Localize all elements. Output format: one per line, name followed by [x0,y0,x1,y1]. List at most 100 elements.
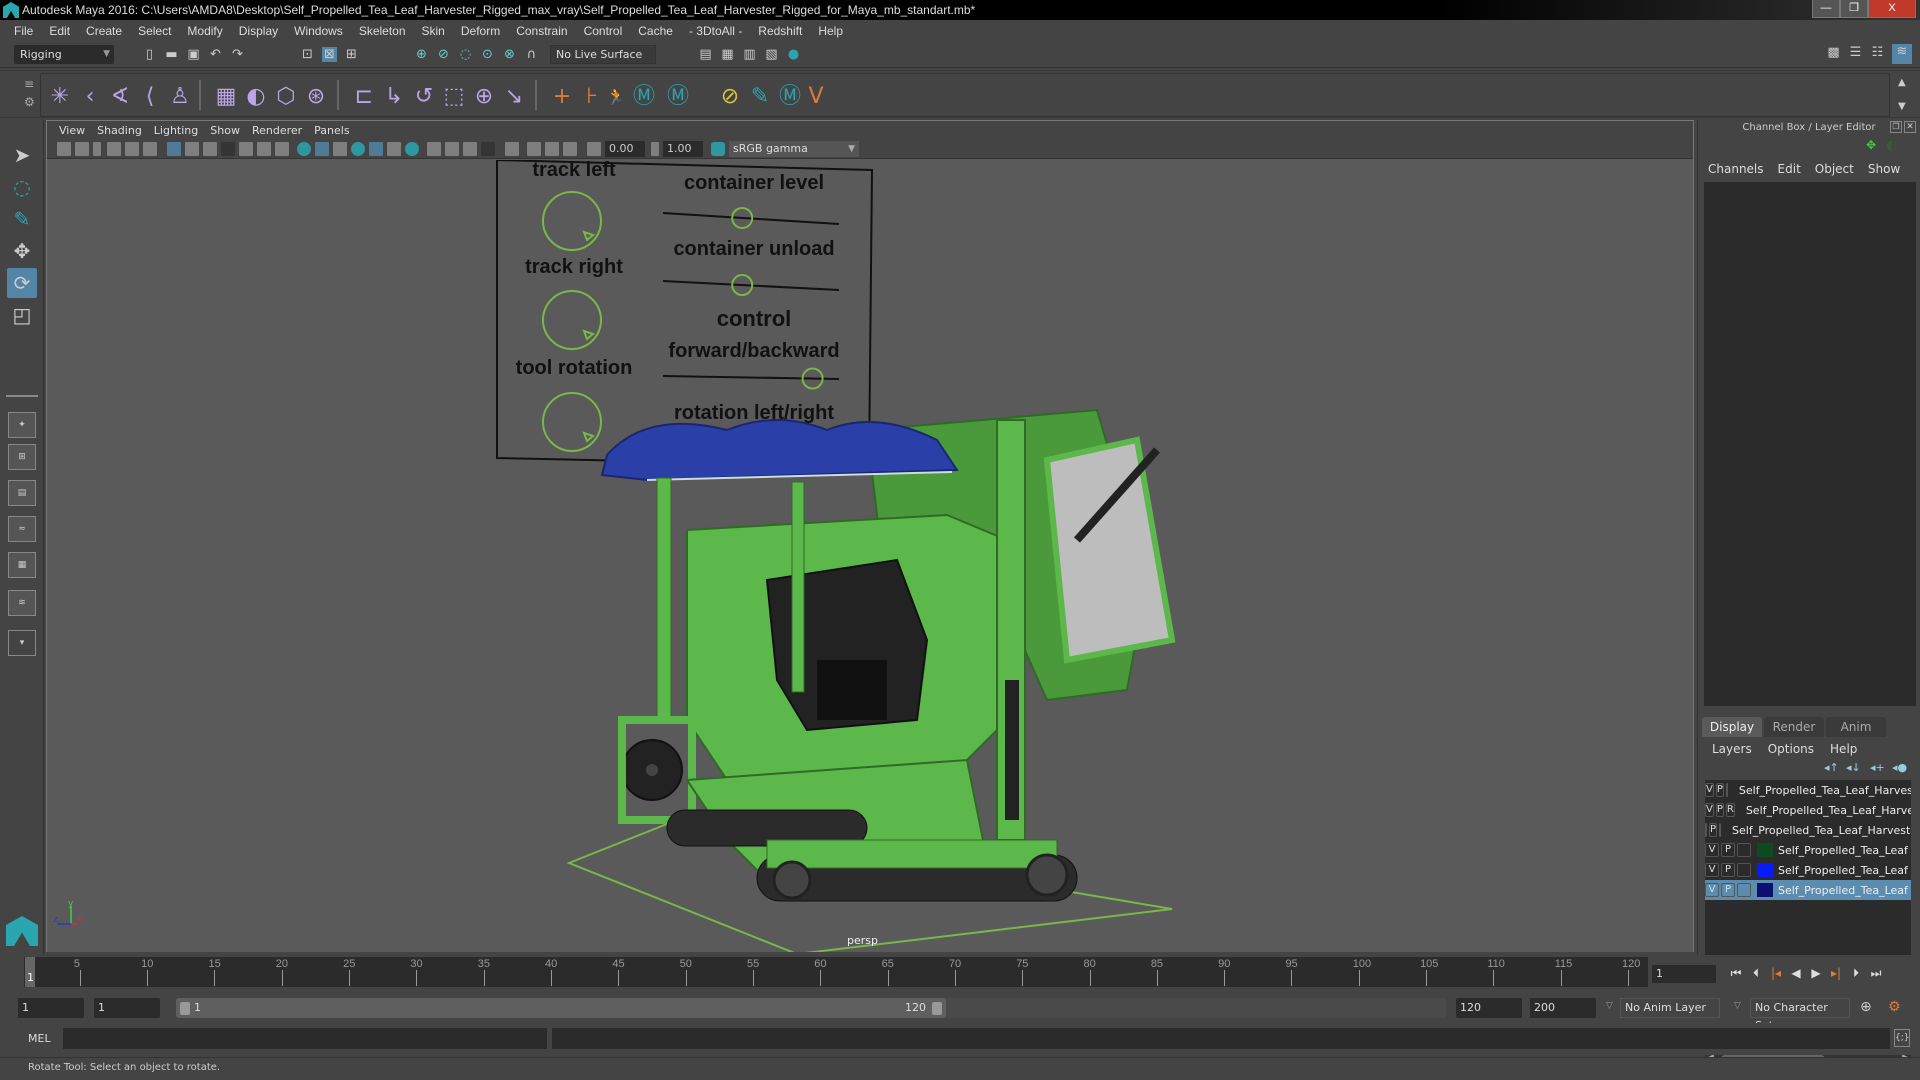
gate-mask-icon[interactable] [221,142,235,156]
isolate-select-icon[interactable] [481,142,495,156]
range-end-handle[interactable] [932,1002,942,1015]
backface-icon[interactable] [563,142,577,156]
point-constraint-icon[interactable]: ↳ [381,84,407,110]
mel-input[interactable] [63,1028,547,1049]
minimize-button[interactable]: — [1812,0,1840,18]
layer-playback-toggle[interactable]: P [1709,823,1718,837]
sphere-toggle-icon[interactable]: ◐ [1886,138,1897,153]
live-surface-field[interactable]: No Live Surface [550,45,656,64]
menu-redshift[interactable]: Redshift [750,24,810,38]
v-icon[interactable]: V [803,84,829,110]
layout-more-icon[interactable]: ▾ [8,630,36,656]
layer-color-swatch[interactable] [1757,883,1773,897]
layer-row[interactable]: VPR Self_Propelled_Tea_Leaf_Harvester [1705,800,1911,820]
maya-m3-icon[interactable]: Ⓜ [777,84,803,110]
close-button[interactable]: X [1868,0,1916,18]
attribute-editor-icon[interactable]: ☰ [1848,45,1863,60]
layer-row[interactable]: V P Self_Propelled_Tea_Leaf [1705,860,1911,880]
hypershade-layout-icon[interactable]: ▦ [8,552,36,578]
animation-end-field[interactable]: 200 [1530,998,1596,1018]
cb-menu-object[interactable]: Object [1815,162,1854,176]
gamma-icon[interactable] [651,142,659,156]
animation-preferences-icon[interactable]: ⚙ [1888,999,1901,1015]
layer-playback-toggle[interactable]: P [1721,883,1735,897]
snap-point-icon[interactable]: ◌ [458,47,473,62]
manipulator-axes-icon[interactable]: ✥ [1866,138,1876,152]
depth-of-field-icon[interactable] [463,142,477,156]
panel-menu-lighting[interactable]: Lighting [148,124,204,137]
le-menu-layers[interactable]: Layers [1712,742,1752,756]
interactive-bind-icon[interactable]: ◐ [243,84,269,110]
menu-select[interactable]: Select [130,24,179,38]
field-chart-icon[interactable] [239,142,253,156]
layer-visibility-toggle[interactable]: V [1705,783,1714,797]
restore-button[interactable]: ❐ [1840,0,1868,18]
xray-icon[interactable] [505,142,519,156]
playback-start-field[interactable]: 1 [94,998,160,1018]
motion-blur-icon[interactable] [427,142,441,156]
single-perspective-layout-icon[interactable]: ✦ [8,412,36,438]
layer-row[interactable]: V P Self_Propelled_Tea_Leaf [1705,840,1911,860]
safe-title-icon[interactable] [275,142,289,156]
character-set-chevron-icon[interactable]: ▽ [1734,1001,1741,1011]
ambient-occlusion-icon[interactable] [405,142,419,156]
float-panel-icon[interactable]: ❐ [1890,121,1902,133]
new-scene-icon[interactable]: ▯ [142,47,157,62]
channel-box-toggle-icon[interactable]: ≋ [1892,44,1912,64]
film-gate-icon[interactable] [185,142,199,156]
color-space-dropdown[interactable]: sRGB gamma ▼ [729,141,859,157]
move-layer-up-icon[interactable]: ◂↑ [1824,761,1839,774]
select-component-icon[interactable]: ⊞ [344,47,359,62]
bind-skin-icon[interactable]: ⟨ [137,84,163,110]
layer-reference-toggle[interactable] [1737,863,1751,877]
menu-windows[interactable]: Windows [286,24,351,38]
open-scene-icon[interactable]: ▬ [164,47,179,62]
locator-icon[interactable]: + [549,84,575,110]
menu-skeleton[interactable]: Skeleton [351,24,414,38]
menu-3dtoall[interactable]: - 3DtoAll - [681,24,750,38]
script-editor-icon[interactable]: {;} [1894,1029,1910,1047]
ik-handle-icon[interactable]: ‹ [77,84,103,110]
anim-layer-dropdown[interactable]: No Anim Layer [1620,998,1720,1018]
make-live-icon[interactable]: ∩ [524,47,539,62]
lattice-icon[interactable]: ⬡ [273,84,299,110]
menu-file[interactable]: File [6,24,41,38]
scale-constraint-icon[interactable]: ⬚ [441,84,467,110]
range-slider-bar[interactable]: 1 120 [176,998,946,1018]
wireframe-on-shaded-icon[interactable] [333,142,347,156]
cb-menu-channels[interactable]: Channels [1708,162,1764,176]
time-slider-bar[interactable]: 1 5 10 15 20 25 30 35 40 45 50 55 60 65 70 75 80 85 90 95 1… [24,957,1648,987]
go-to-end-icon[interactable]: ⏭ [1868,965,1884,981]
animation-start-field[interactable]: 1 [18,998,84,1018]
layer-row[interactable]: P Self_Propelled_Tea_Leaf_Harvester [1705,820,1911,840]
play-forwards-icon[interactable]: ▶ [1808,965,1824,981]
le-menu-options[interactable]: Options [1768,742,1814,756]
menu-skin[interactable]: Skin [414,24,453,38]
tab-render[interactable]: Render [1764,717,1824,737]
panel-menu-renderer[interactable]: Renderer [246,124,308,137]
character-set-dropdown[interactable]: No Character Set [1750,998,1850,1032]
layer-reference-toggle[interactable]: R [1725,803,1735,817]
shelf-scroll-up-icon[interactable]: ▲ [1898,77,1906,88]
exposure-field[interactable]: 0.00 [605,141,645,157]
resolution-gate-icon[interactable] [203,142,217,156]
step-back-key-icon[interactable]: |◂ [1768,965,1784,981]
snap-view-plane-icon[interactable]: ⊗ [502,47,517,62]
wireframe-icon[interactable] [297,142,311,156]
hypershade-icon[interactable]: ● [786,47,801,62]
menu-constrain[interactable]: Constrain [508,24,575,38]
layer-visibility-toggle[interactable]: V [1705,803,1714,817]
hide-icon[interactable]: ⊘ [717,84,743,110]
new-layer-selected-icon[interactable]: ◂● [1892,761,1907,774]
use-all-lights-icon[interactable] [369,142,383,156]
maya-m-icon[interactable]: Ⓜ [631,84,657,110]
tab-anim[interactable]: Anim [1826,717,1886,737]
layer-playback-toggle[interactable]: P [1721,843,1735,857]
panel-menu-shading[interactable]: Shading [91,124,148,137]
render-settings-icon[interactable]: ▧ [764,47,779,62]
rotate-tool-icon[interactable]: ⟳ [7,268,37,298]
layer-visibility-toggle[interactable]: V [1705,843,1719,857]
menu-deform[interactable]: Deform [453,24,508,38]
anti-aliasing-icon[interactable] [445,142,459,156]
xray-active-icon[interactable] [545,142,559,156]
